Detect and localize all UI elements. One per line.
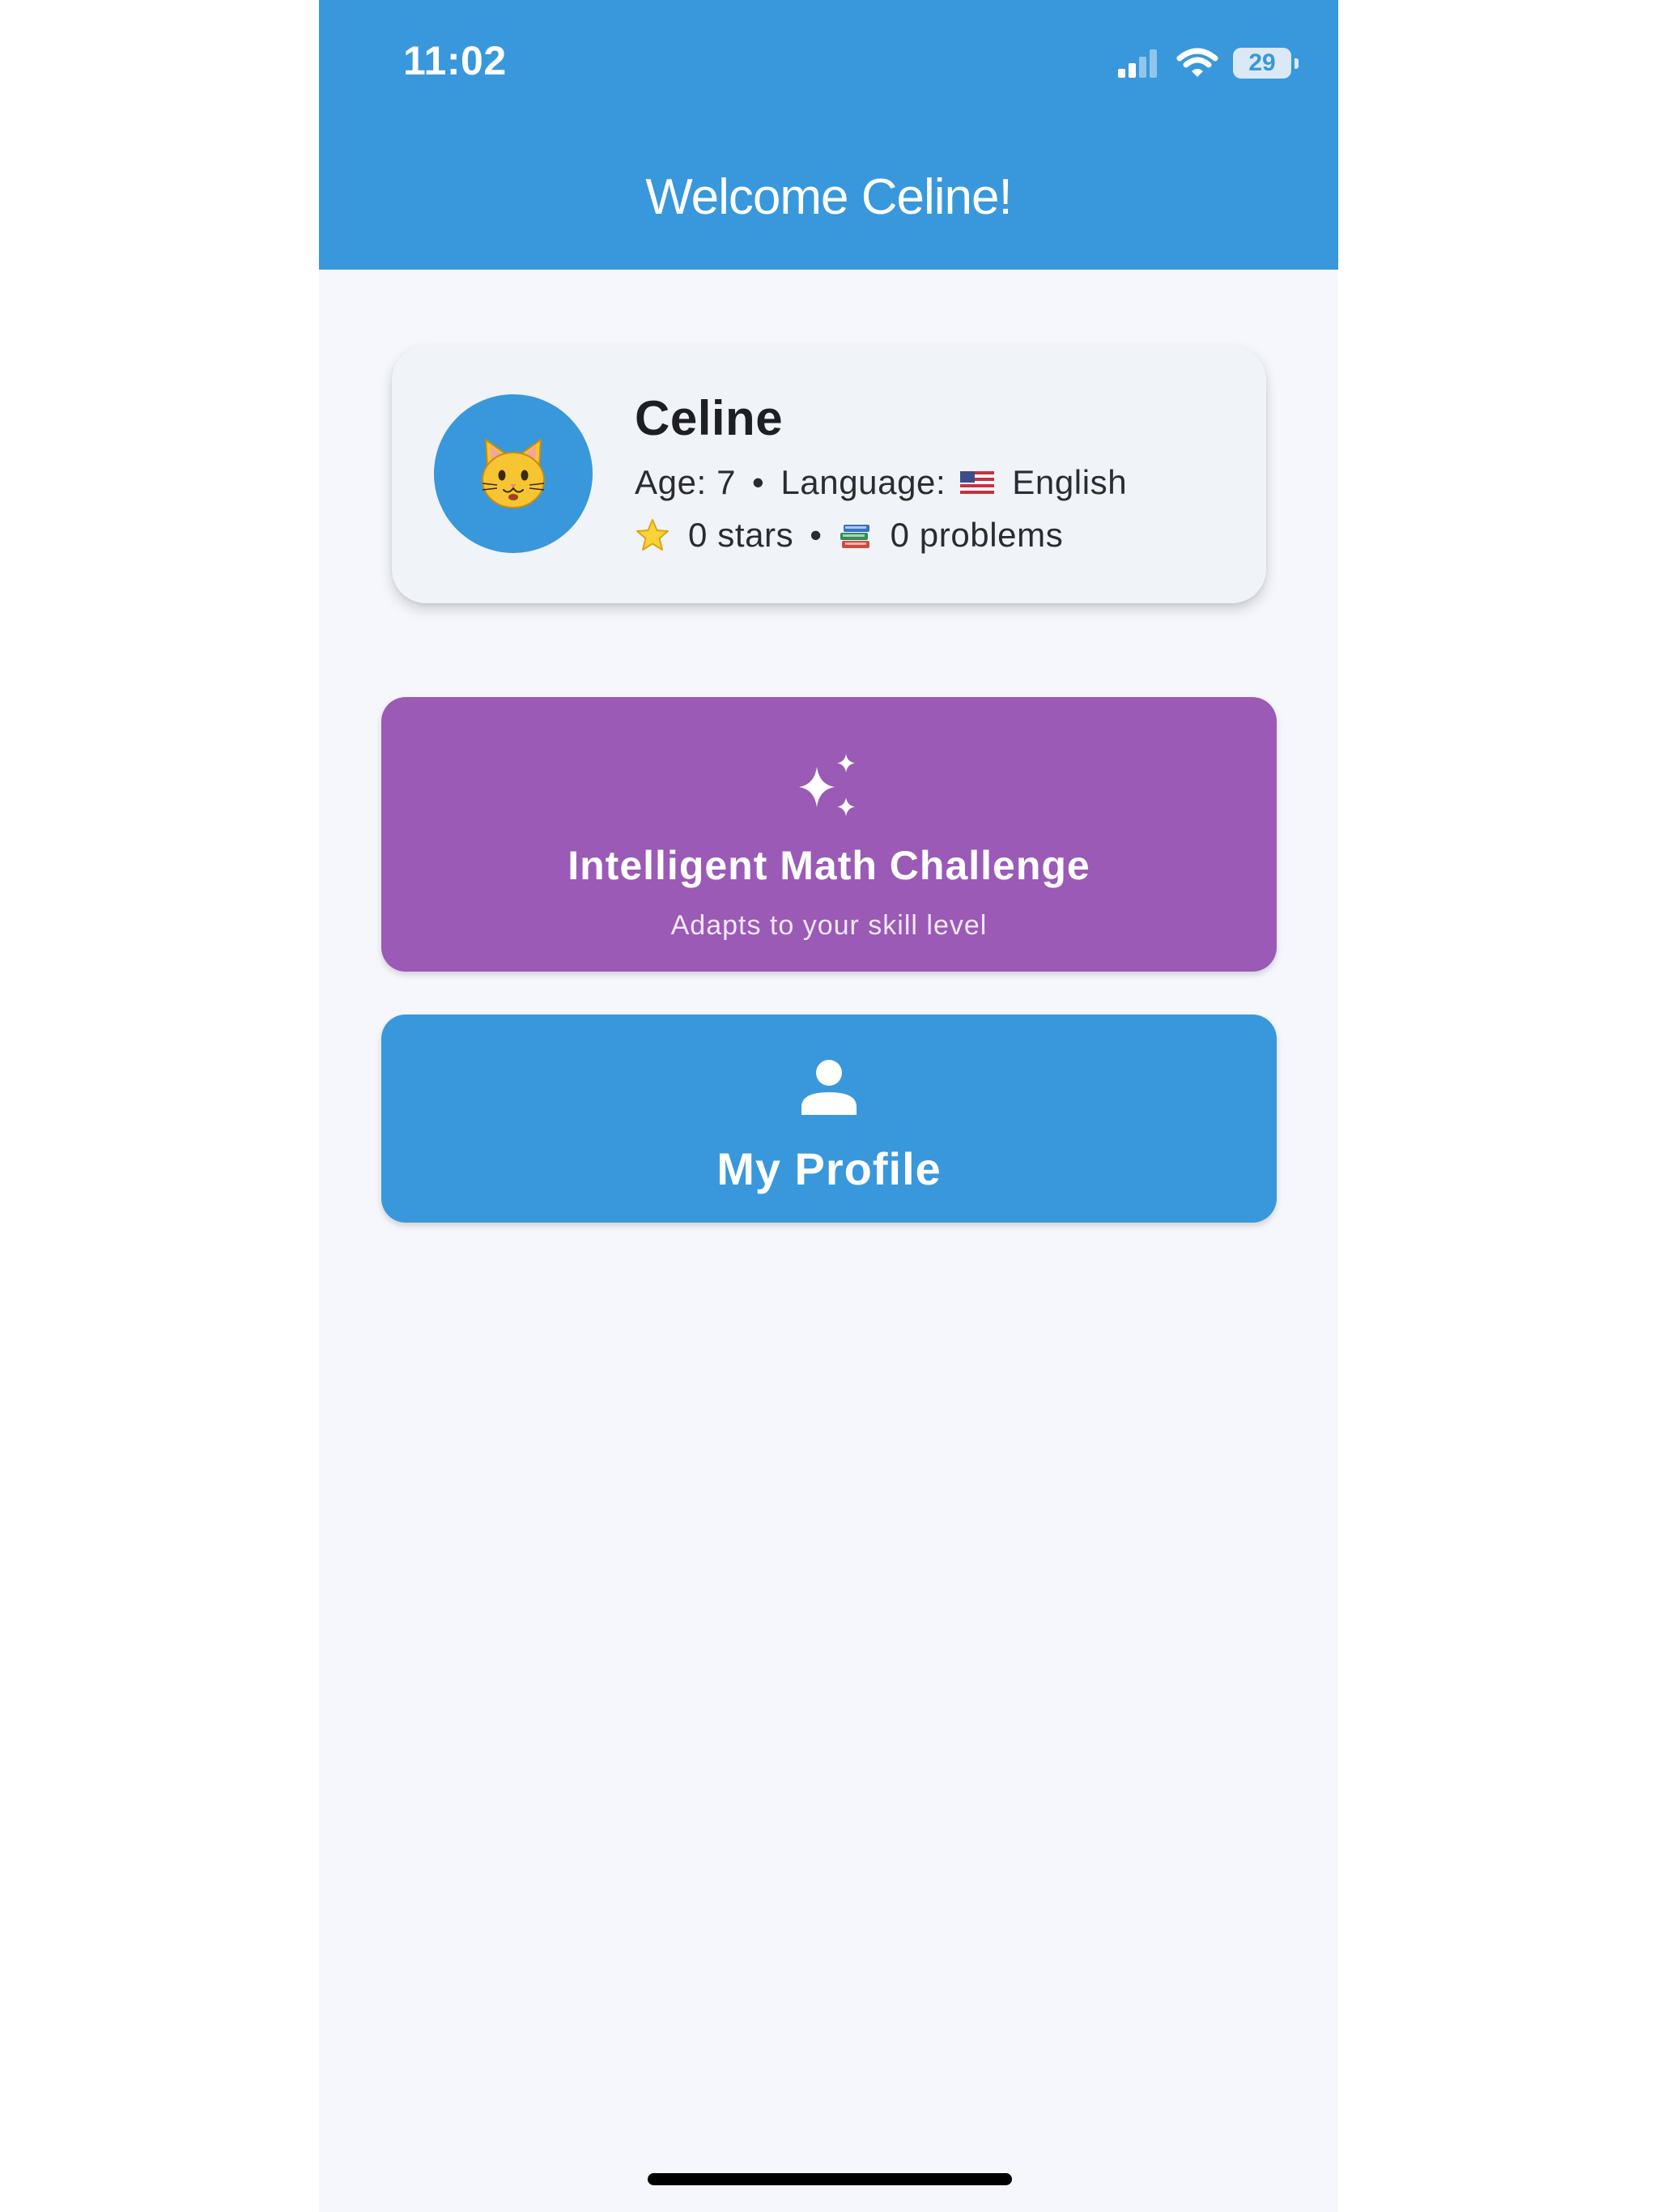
my-profile-title: My Profile (716, 1143, 942, 1194)
my-profile-button[interactable]: My Profile (381, 1015, 1277, 1223)
problems-count: 0 problems (890, 516, 1064, 554)
sparkles-icon (381, 751, 1277, 823)
age-text: Age: 7 (635, 463, 737, 501)
profile-details-line: Age: 7 • Language: English (635, 463, 1127, 502)
app-header: 11:02 29 Welcome Celine! (319, 0, 1338, 270)
app-screen: 11:02 29 Welcome Celine! Celine Age: 7 •… (319, 0, 1338, 2212)
wifi-icon (1176, 48, 1218, 77)
cat-face-icon (482, 437, 545, 508)
avatar (434, 394, 593, 553)
status-time: 11:02 (403, 38, 507, 83)
us-flag-icon (960, 471, 995, 494)
status-icons: 29 (1116, 45, 1299, 81)
home-indicator[interactable] (648, 2173, 1012, 2185)
battery-nub (1295, 58, 1299, 69)
cellular-signal-icon (1118, 49, 1157, 78)
language-label: Language: (780, 463, 946, 501)
battery-level: 29 (1248, 49, 1276, 76)
books-icon (839, 519, 873, 551)
language-value: English (1012, 463, 1128, 501)
page-title: Welcome Celine! (645, 169, 1012, 225)
math-challenge-subtitle: Adapts to your skill level (670, 910, 988, 941)
separator-dot: • (752, 463, 765, 501)
separator-dot: • (810, 516, 823, 554)
math-challenge-button[interactable]: Intelligent Math Challenge Adapts to you… (381, 697, 1277, 972)
stars-count: 0 stars (688, 516, 794, 554)
star-icon (635, 517, 670, 553)
math-challenge-title: Intelligent Math Challenge (568, 843, 1090, 888)
profile-stats-line: 0 stars • 0 problems (635, 516, 1063, 555)
battery-icon: 29 (1233, 48, 1299, 79)
profile-card: Celine Age: 7 • Language: English 0 star… (392, 346, 1266, 603)
person-icon (381, 1057, 1277, 1118)
profile-name: Celine (635, 391, 784, 445)
